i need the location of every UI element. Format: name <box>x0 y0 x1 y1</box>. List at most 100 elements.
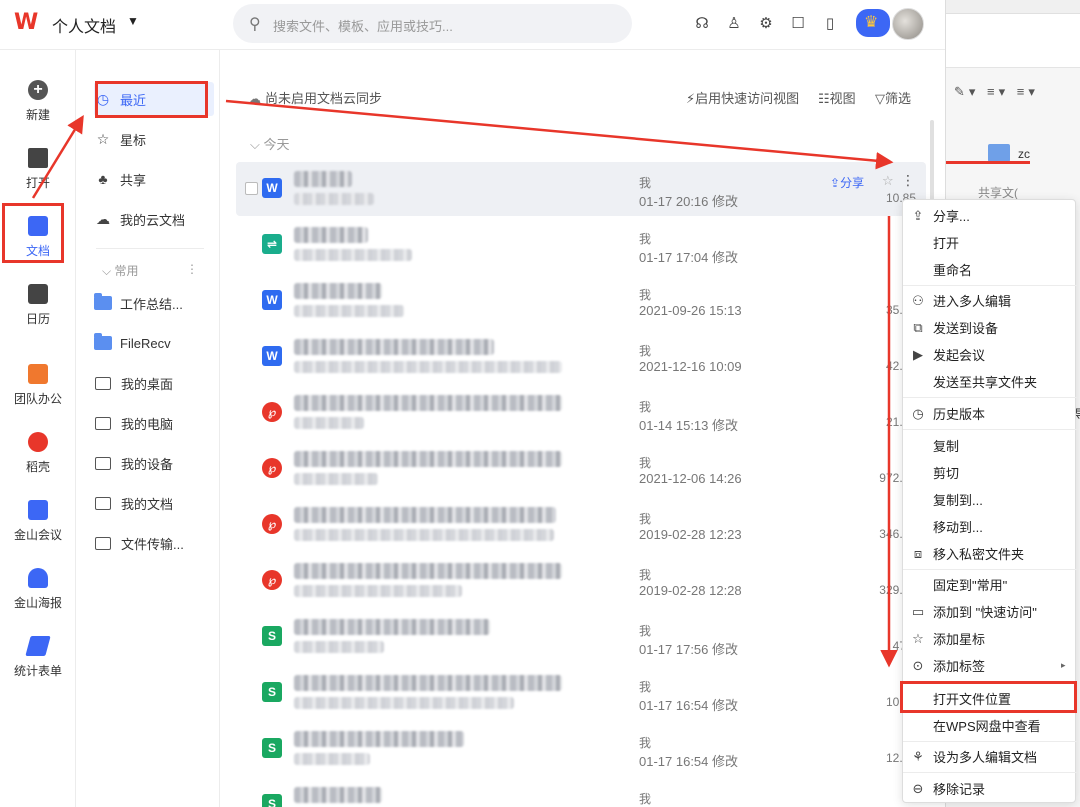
file-row[interactable]: ℘ 我 01-14 15:13 修改 21.12 <box>236 386 926 440</box>
menu-item[interactable]: ⇪ 分享... <box>903 202 1077 229</box>
rail-item-poster[interactable]: 金山海报 <box>0 560 76 624</box>
nav-item-shared[interactable]: ♣ 共享 <box>94 162 214 196</box>
message-icon[interactable]: ☐ <box>788 13 808 33</box>
menu-item[interactable]: 打开 <box>903 229 1077 256</box>
file-row[interactable]: ⇌ 我 01-17 17:04 修改 <box>236 218 926 272</box>
file-owner: 我 <box>639 232 652 246</box>
file-name-blurred[interactable] <box>294 171 352 187</box>
file-name-blurred[interactable] <box>294 675 562 691</box>
rail-item-docer[interactable]: 稻壳 <box>0 424 76 488</box>
menu-item-label: 发送到设备 <box>933 321 999 336</box>
filter-button[interactable]: ▽筛选 <box>875 88 911 107</box>
file-path-blurred <box>294 585 462 597</box>
row-star-icon[interactable]: ☆ <box>882 173 894 189</box>
menu-item[interactable]: 重命名 <box>903 256 1077 283</box>
menu-item[interactable]: ⚇ 进入多人编辑 <box>903 287 1077 314</box>
file-name-blurred[interactable] <box>294 731 464 747</box>
send-device-icon: ⧉ <box>913 319 923 335</box>
nav-label: 我的桌面 <box>121 376 174 392</box>
tablet-icon[interactable]: ▯ <box>820 13 840 33</box>
rail-item-calendar[interactable]: 日历 <box>0 276 76 340</box>
file-name-blurred[interactable] <box>294 227 368 243</box>
nav-item-starred[interactable]: ☆ 星标 <box>94 122 214 156</box>
menu-item[interactable]: ⚘ 设为多人编辑文档 <box>903 743 1077 770</box>
file-row[interactable]: W 我 2021-12-16 10:09 42.79 <box>236 330 926 384</box>
menu-item-label: 固定到"常用" <box>933 578 1008 593</box>
row-more-button[interactable]: ⋮ <box>898 169 918 191</box>
file-modified-time: 01-17 16:54 修改 <box>639 754 739 769</box>
menu-item[interactable]: 移动到... <box>903 513 1077 540</box>
search-icon: ⚲ <box>249 16 261 33</box>
nav-item-desktop[interactable]: 我的桌面 <box>94 366 214 400</box>
rail-item-form[interactable]: 统计表单 <box>0 628 76 692</box>
file-name-blurred[interactable] <box>294 563 562 579</box>
file-row[interactable]: S我01-17 17:56 修改47.8 <box>236 610 926 664</box>
more-icon[interactable]: ⋮ <box>186 262 198 276</box>
menu-item[interactable]: 复制到... <box>903 486 1077 513</box>
file-row[interactable]: ℘ 我 2019-02-28 12:28 329.00 <box>236 554 926 608</box>
nav-item-my-documents[interactable]: 我的文档 <box>94 486 214 520</box>
file-name-blurred[interactable] <box>294 619 490 635</box>
menu-item[interactable]: 发送至共享文件夹 <box>903 368 1077 395</box>
section-common-label[interactable]: ⌵ 常用 <box>102 262 138 279</box>
menu-item[interactable]: ⊖ 移除记录 <box>903 775 1077 802</box>
view-button[interactable]: ☷视图 <box>818 88 856 107</box>
nav-item-work-summary[interactable]: 工作总结... <box>94 286 214 320</box>
file-row[interactable]: ℘ 我 2021-12-06 14:26 972.36 <box>236 442 926 496</box>
menu-item[interactable]: ⧈ 移入私密文件夹 <box>903 540 1077 567</box>
headset-icon[interactable]: ☊ <box>692 13 712 33</box>
nav-item-cloud[interactable]: ☁ 我的云文档 <box>94 202 214 236</box>
share-icon: ⇪ <box>912 207 924 223</box>
menu-item[interactable]: ▶ 发起会议 <box>903 341 1077 368</box>
rail-item-team[interactable]: 团队办公 <box>0 356 76 420</box>
menu-item[interactable]: 在WPS网盘中查看 <box>903 712 1077 739</box>
menu-item[interactable]: ▭ 添加到 "快速访问" <box>903 598 1077 625</box>
rail-item-new[interactable]: + 新建 <box>0 72 76 136</box>
quick-view-button[interactable]: ⚡启用快速访问视图 <box>686 88 799 107</box>
rail-item-open[interactable]: 打开 <box>0 140 76 204</box>
menu-item[interactable]: 固定到"常用" <box>903 571 1077 598</box>
star-icon: ☆ <box>96 130 110 147</box>
nav-item-device[interactable]: 我的设备 <box>94 446 214 480</box>
file-row[interactable]: S 我 01-17 16:54 修改 10.37 <box>236 666 926 720</box>
file-row[interactable]: S我 <box>236 778 926 807</box>
menu-item[interactable]: ⧉ 发送到设备 <box>903 314 1077 341</box>
plus-icon: + <box>28 80 48 100</box>
file-name-blurred[interactable] <box>294 451 562 467</box>
file-modified-time: 01-17 17:04 修改 <box>639 250 739 265</box>
nav-label: 我的电脑 <box>121 416 174 432</box>
cloud-sync-status[interactable]: ☁ 尚未启用文档云同步 <box>248 88 382 107</box>
nav-item-filerecv[interactable]: FileRecv <box>94 326 214 360</box>
menu-item[interactable]: 剪切 <box>903 459 1077 486</box>
file-row[interactable]: S 我 01-17 16:54 修改 12.62 <box>236 722 926 776</box>
avatar[interactable] <box>892 8 924 40</box>
settings-icon[interactable]: ⚙ <box>756 13 776 33</box>
file-name-blurred[interactable] <box>294 339 494 355</box>
file-name-blurred[interactable] <box>294 787 382 803</box>
file-row[interactable]: W 我 01-17 20:16 修改 10.85 ⇪分享 ☆ ⋮ <box>236 162 926 216</box>
menu-item[interactable]: 复制 <box>903 432 1077 459</box>
file-name-blurred[interactable] <box>294 283 382 299</box>
row-share-button[interactable]: ⇪分享 <box>830 174 864 191</box>
folder-icon <box>94 333 112 350</box>
file-name-blurred[interactable] <box>294 507 556 523</box>
file-modified-time: 2019-02-28 12:28 <box>639 583 742 598</box>
menu-item-label: 进入多人编辑 <box>933 294 1012 309</box>
nav-item-computer[interactable]: 我的电脑 <box>94 406 214 440</box>
shirt-icon[interactable]: ♙ <box>724 13 744 33</box>
row-checkbox[interactable] <box>245 182 258 195</box>
group-header-today[interactable]: ⌵ 今天 <box>250 134 289 153</box>
menu-item[interactable]: ☆ 添加星标 <box>903 625 1077 652</box>
file-name-blurred[interactable] <box>294 395 562 411</box>
chevron-down-icon[interactable]: ▼ <box>127 14 139 28</box>
file-row[interactable]: ℘ 我 2019-02-28 12:23 346.88 <box>236 498 926 552</box>
wps-logo-icon[interactable]: W <box>14 10 38 35</box>
nav-item-transfer[interactable]: 文件传输... <box>94 526 214 560</box>
search-input[interactable]: ⚲ 搜索文件、模板、应用或技巧... <box>233 4 632 43</box>
vip-badge[interactable]: ♛ <box>856 9 890 37</box>
rail-item-meeting[interactable]: 金山会议 <box>0 492 76 556</box>
page-title[interactable]: 个人文档 <box>52 13 116 37</box>
menu-item[interactable]: ⊙ 添加标签 ▸ <box>903 652 1077 679</box>
file-row[interactable]: W 我 2021-09-26 15:13 35.47 <box>236 274 926 328</box>
menu-item[interactable]: ◷ 历史版本 <box>903 400 1077 427</box>
